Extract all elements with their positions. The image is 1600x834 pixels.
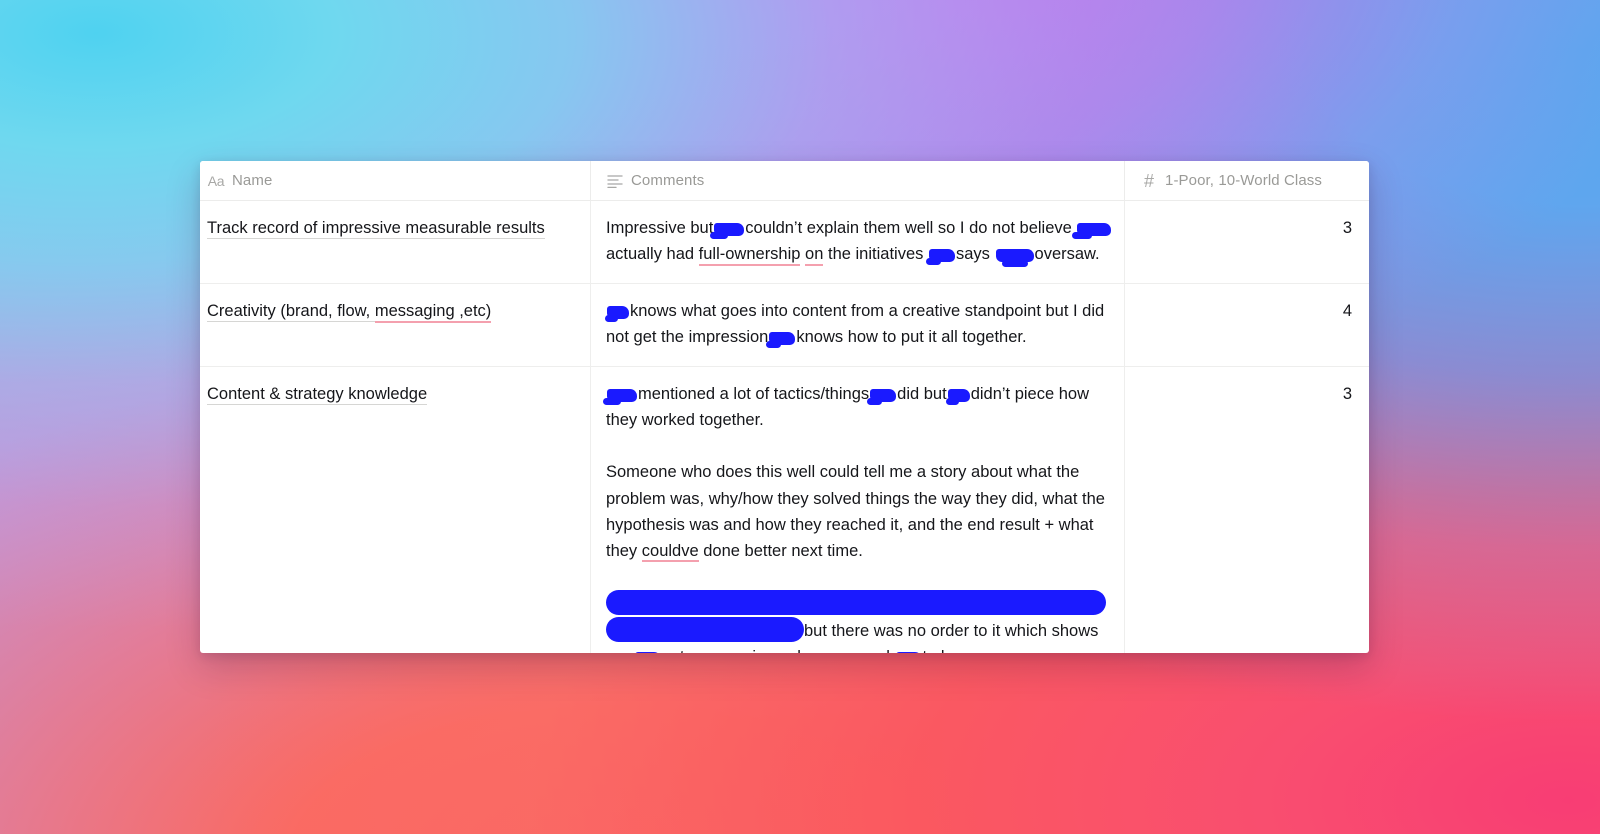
spellcheck-word: on [805,245,824,266]
rating-value: 4 [1342,302,1352,321]
redaction-bar [606,589,1106,615]
comment-paragraph: knows what goes into content from a crea… [605,298,1118,350]
redaction-mark [945,389,970,406]
comment-paragraph: Someone who does this well could tell me… [606,459,1118,563]
spellcheck-word: messaging ,etc) [374,302,492,323]
redaction-mark [603,389,637,406]
cell-name[interactable]: Creativity (brand, flow, messaging ,etc) [200,284,590,366]
cell-rating[interactable]: 4 [1124,284,1369,367]
cell-rating[interactable]: 3 [1124,201,1369,284]
table-row: Track record of impressive measurable re… [200,201,1369,285]
table-row: Creativity (brand, flow, messaging ,etc)… [200,284,1369,368]
comment-text: to be. [923,648,964,653]
rating-value: 3 [1342,385,1352,404]
redaction-mark [925,249,955,266]
comment-text: couldn’t explain them well so I do not b… [745,219,1072,237]
comment-paragraph: Impressive but couldn’t explain them well… [606,215,1118,268]
redaction-mark [710,223,745,239]
cell-name[interactable]: Track record of impressive measurable re… [200,201,590,283]
comment-text: Impressive but [606,219,714,237]
number-hash-icon: # [1143,170,1155,191]
rating-value: 3 [1342,219,1352,237]
redaction-mark [766,332,796,349]
cell-comments[interactable]: knows what goes into content from a crea… [590,284,1124,367]
row-title-text: Creativity (brand, flow, [207,302,371,321]
cell-rating[interactable]: 3 [1124,367,1369,653]
comment-paragraph: but there was no order to it which shows… [606,589,1118,653]
row-title-link[interactable]: Track record of impressive measurable re… [207,219,545,239]
column-header-name-label: Name [232,172,273,189]
comment-text: the initiatives [828,245,924,264]
text-title-icon: Aa [207,172,225,189]
comment-paragraph: mentioned a lot of tactics/things did but… [603,381,1118,433]
comment-text: not as experienced as we need [662,648,890,653]
cell-name[interactable]: Content & strategy knowledge [200,367,590,653]
column-header-comments-label: Comments [631,172,705,189]
comment-text: mentioned a lot of tactics/things [638,385,870,404]
table-header-row: Aa Name Comments # 1-Poor, 10-World Clas… [200,161,1369,201]
column-header-name[interactable]: Aa Name [200,161,590,201]
comment-text: did but [897,385,947,404]
row-title-link[interactable]: Creativity (brand, flow, messaging ,etc) [207,302,492,323]
cell-comments[interactable]: Impressive but couldn’t explain them well… [590,201,1124,284]
redaction-mark [867,389,897,406]
table-row: Content & strategy knowledge mentioned a… [200,367,1369,653]
redaction-mark [634,651,661,653]
comment-text: oversaw. [1034,245,1100,264]
table-grid: Aa Name Comments # 1-Poor, 10-World Clas… [200,161,1369,653]
comment-text: done better next time. [703,541,863,560]
redaction-mark [995,249,1034,268]
column-header-rating[interactable]: # 1-Poor, 10-World Class [1124,161,1369,201]
comment-text: knows how to put it all together. [796,328,1027,347]
comment-text: says [955,245,990,264]
redaction-bar-line [606,589,1106,615]
spellcheck-word: couldve [641,541,699,563]
redaction-bar-line: but there was no order to it which shows… [606,616,1098,653]
column-header-rating-label: 1-Poor, 10-World Class [1165,172,1322,189]
column-header-comments[interactable]: Comments [590,161,1124,201]
redaction-mark [1072,223,1112,239]
database-table-card: Aa Name Comments # 1-Poor, 10-World Clas… [200,161,1369,653]
redaction-mark [895,651,922,653]
cell-comments[interactable]: mentioned a lot of tactics/things did but… [590,367,1124,653]
redaction-mark [605,306,629,323]
text-lines-icon [606,172,624,190]
comment-text: actually had [606,245,695,264]
redaction-bar [606,616,804,642]
row-title-link[interactable]: Content & strategy knowledge [207,385,428,406]
spellcheck-word: full-ownership [698,245,801,266]
